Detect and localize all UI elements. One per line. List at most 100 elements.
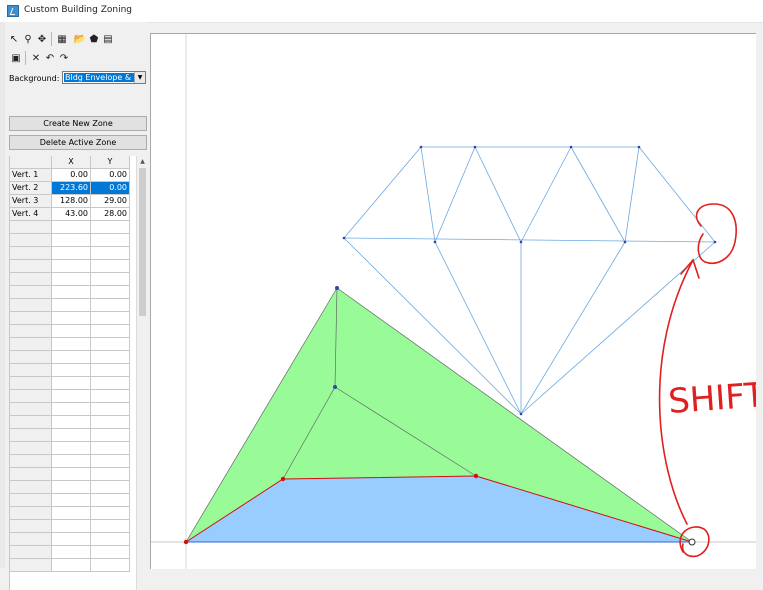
table-row-empty[interactable]	[10, 416, 136, 429]
grid-cell-empty[interactable]	[52, 390, 91, 403]
grid-cell-empty[interactable]	[91, 338, 130, 351]
grid-cell-empty[interactable]	[52, 338, 91, 351]
grid-cell-empty[interactable]	[10, 260, 52, 273]
grid-cell-empty[interactable]	[10, 546, 52, 559]
table-row-empty[interactable]	[10, 468, 136, 481]
grid-cell-empty[interactable]	[91, 559, 130, 572]
table-row[interactable]: Vert. 2 223.60 0.00	[10, 182, 136, 195]
grid-cell-empty[interactable]	[91, 299, 130, 312]
grid-cell-empty[interactable]	[10, 273, 52, 286]
grid-header-corner[interactable]	[10, 156, 52, 169]
grid-cell-empty[interactable]	[91, 442, 130, 455]
grid-cell-empty[interactable]	[10, 325, 52, 338]
grid-cell-empty[interactable]	[10, 442, 52, 455]
grid-cell-empty[interactable]	[10, 481, 52, 494]
grid-cell-empty[interactable]	[91, 364, 130, 377]
grid-cell-label[interactable]: Vert. 4	[10, 208, 52, 221]
grid-cell-empty[interactable]	[91, 455, 130, 468]
grid-cell-empty[interactable]	[91, 533, 130, 546]
grid-cell-empty[interactable]	[10, 221, 52, 234]
grid-cell-empty[interactable]	[91, 403, 130, 416]
zone-vertex-3[interactable]	[473, 473, 479, 479]
grid-cell-empty[interactable]	[91, 377, 130, 390]
grid-cell-empty[interactable]	[10, 416, 52, 429]
zoning-drawing[interactable]: SHIFT	[151, 34, 763, 569]
grid-cell-empty[interactable]	[52, 533, 91, 546]
table-row[interactable]: Vert. 1 0.00 0.00	[10, 169, 136, 182]
table-row-empty[interactable]	[10, 286, 136, 299]
grid-cell-empty[interactable]	[10, 390, 52, 403]
table-row-empty[interactable]	[10, 507, 136, 520]
scrollbar-thumb[interactable]	[139, 168, 146, 316]
grid-cell-empty[interactable]	[10, 351, 52, 364]
table-row[interactable]: Vert. 4 43.00 28.00	[10, 208, 136, 221]
grid-cell-empty[interactable]	[91, 234, 130, 247]
grid-cell-empty[interactable]	[10, 494, 52, 507]
grid-cell-empty[interactable]	[52, 221, 91, 234]
grid-cell-empty[interactable]	[91, 247, 130, 260]
grid-cell-empty[interactable]	[52, 481, 91, 494]
delete-icon[interactable]: ✕	[29, 51, 43, 65]
zone-vertex[interactable]	[335, 286, 339, 290]
grid-cell-label[interactable]: Vert. 2	[10, 182, 52, 195]
grid-cell-empty[interactable]	[52, 299, 91, 312]
grid-cell-empty[interactable]	[52, 442, 91, 455]
grid-cell-y[interactable]: 0.00	[91, 182, 130, 195]
create-new-zone-button[interactable]: Create New Zone	[9, 116, 147, 131]
grid-cell-empty[interactable]	[10, 429, 52, 442]
grid-cell-empty[interactable]	[91, 221, 130, 234]
grid-cell-empty[interactable]	[91, 507, 130, 520]
grid-cell-empty[interactable]	[52, 455, 91, 468]
grid-cell-empty[interactable]	[10, 520, 52, 533]
grid-cell-y[interactable]: 28.00	[91, 208, 130, 221]
table-row-empty[interactable]	[10, 364, 136, 377]
grid-cell-empty[interactable]	[10, 468, 52, 481]
grid-cell-y[interactable]: 29.00	[91, 195, 130, 208]
redo-icon[interactable]: ↷	[57, 51, 71, 65]
chevron-down-icon[interactable]: ▼	[134, 72, 145, 83]
table-row-empty[interactable]	[10, 520, 136, 533]
grid-cell-empty[interactable]	[10, 286, 52, 299]
shape-icon[interactable]: ⬟	[87, 32, 101, 46]
grid-cell-empty[interactable]	[52, 468, 91, 481]
undo-icon[interactable]: ↶	[43, 51, 57, 65]
grid-cell-empty[interactable]	[91, 286, 130, 299]
grid-cell-empty[interactable]	[52, 559, 91, 572]
grid-header-y[interactable]: Y	[91, 156, 130, 169]
table-row-empty[interactable]	[10, 481, 136, 494]
grid-cell-empty[interactable]	[91, 429, 130, 442]
grid-cell-empty[interactable]	[91, 325, 130, 338]
grid-cell-empty[interactable]	[91, 273, 130, 286]
grid-cell-empty[interactable]	[52, 429, 91, 442]
save-icon[interactable]: ▣	[9, 51, 23, 65]
pan-icon[interactable]: ✥	[35, 32, 49, 46]
grid-cell-empty[interactable]	[91, 520, 130, 533]
zone-vertex-2-handle[interactable]	[688, 538, 696, 546]
table-row-empty[interactable]	[10, 312, 136, 325]
grid-cell-empty[interactable]	[52, 494, 91, 507]
table-row-empty[interactable]	[10, 559, 136, 572]
grid-cell-empty[interactable]	[91, 416, 130, 429]
table-row-empty[interactable]	[10, 429, 136, 442]
zone-vertex-4[interactable]	[280, 476, 286, 482]
grid-cell-empty[interactable]	[52, 247, 91, 260]
table-row-empty[interactable]	[10, 221, 136, 234]
grid-cell-empty[interactable]	[52, 273, 91, 286]
grid-cell-empty[interactable]	[10, 507, 52, 520]
grid-cell-empty[interactable]	[52, 364, 91, 377]
zone-vertex-1[interactable]	[183, 539, 189, 545]
grid-cell-empty[interactable]	[52, 546, 91, 559]
table-row-empty[interactable]	[10, 351, 136, 364]
grid-header-x[interactable]: X	[52, 156, 91, 169]
table-row-empty[interactable]	[10, 234, 136, 247]
drawing-canvas[interactable]: SHIFT	[150, 33, 763, 569]
table-row-empty[interactable]	[10, 390, 136, 403]
zone-vertex[interactable]	[333, 385, 337, 389]
grid-cell-empty[interactable]	[10, 338, 52, 351]
grid-cell-empty[interactable]	[91, 312, 130, 325]
delete-active-zone-button[interactable]: Delete Active Zone	[9, 135, 147, 150]
table-row-empty[interactable]	[10, 325, 136, 338]
grid-cell-empty[interactable]	[10, 364, 52, 377]
table-row-empty[interactable]	[10, 273, 136, 286]
table-row-empty[interactable]	[10, 455, 136, 468]
